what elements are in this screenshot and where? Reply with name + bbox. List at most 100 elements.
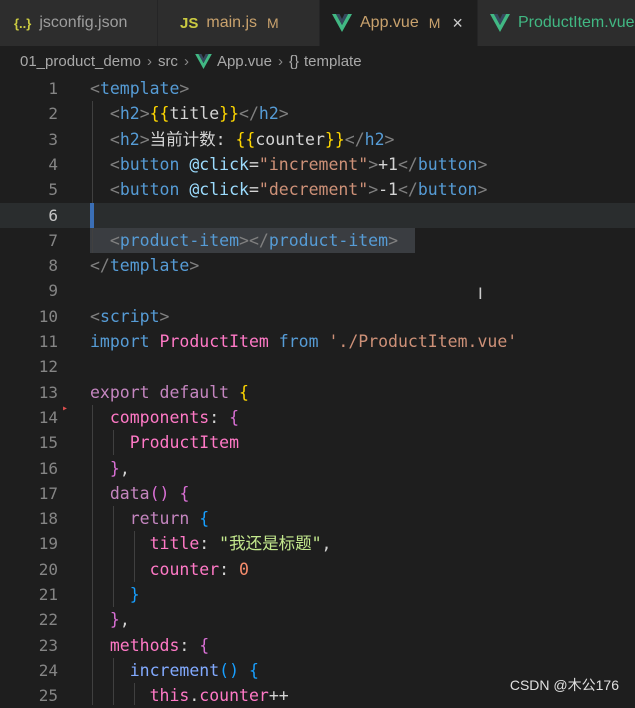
code-line: 10 <script> bbox=[0, 304, 635, 329]
chevron-right-icon: › bbox=[146, 52, 152, 70]
code-keyword: export bbox=[90, 382, 150, 402]
line-number: 7 bbox=[48, 230, 58, 250]
code-line: 3 <h2>当前计数: {{counter}}</h2> bbox=[0, 127, 635, 152]
line-number: 2 bbox=[48, 104, 58, 124]
line-number: 3 bbox=[48, 129, 58, 149]
line-number: 24 bbox=[38, 660, 58, 680]
code-keyword: this bbox=[149, 686, 190, 706]
code-line: 15 ProductItem bbox=[0, 430, 635, 455]
line-number: 22 bbox=[38, 610, 58, 630]
code-attr: @click bbox=[189, 180, 249, 200]
tab-productitem-vue[interactable]: ProductItem.vue bbox=[478, 0, 635, 46]
modified-badge: M bbox=[428, 15, 441, 31]
line-number: 25 bbox=[38, 686, 58, 706]
code-attr: @click bbox=[189, 154, 249, 174]
tab-label: ProductItem.vue bbox=[518, 14, 635, 31]
line-number: 14 bbox=[38, 407, 58, 427]
line-number: 16 bbox=[38, 458, 58, 478]
code-string: "我还是标题" bbox=[219, 534, 322, 554]
code-line: 16 }, bbox=[0, 456, 635, 481]
line-number: 6 bbox=[48, 205, 58, 225]
code-text: counter bbox=[255, 129, 325, 149]
code-string: './ProductItem.vue' bbox=[328, 332, 518, 351]
js-icon: JS bbox=[180, 14, 199, 32]
line-number: 9 bbox=[48, 281, 58, 301]
code-keyword: return bbox=[129, 509, 190, 529]
tab-jsconfig[interactable]: {..} jsconfig.json bbox=[0, 0, 158, 46]
line-number: 18 bbox=[38, 509, 58, 529]
tab-label: App.vue bbox=[360, 14, 419, 31]
code-operator: ++ bbox=[268, 686, 289, 706]
line-number: 1 bbox=[48, 79, 58, 98]
code-line: 1 <template> bbox=[0, 76, 635, 101]
line-number: 4 bbox=[48, 154, 58, 174]
code-line: 14 components: { bbox=[0, 405, 635, 430]
line-number: 12 bbox=[38, 357, 58, 377]
code-line: 8 </template> bbox=[0, 253, 635, 278]
text-cursor-icon: I bbox=[478, 284, 483, 303]
watermark: CSDN @木公176 bbox=[509, 677, 619, 693]
code-identifier: ProductItem bbox=[129, 433, 240, 453]
code-property: methods bbox=[109, 635, 180, 655]
code-line: 2 <h2>{{title}}</h2> bbox=[0, 101, 635, 126]
breadcrumb: 01_product_demo › src › App.vue › {} tem… bbox=[0, 46, 635, 76]
tab-label: jsconfig.json bbox=[39, 14, 128, 31]
code-string: "decrement" bbox=[258, 180, 369, 200]
close-icon[interactable]: × bbox=[452, 13, 463, 34]
code-tag: product-item bbox=[119, 230, 240, 250]
code-line: 17 data() { bbox=[0, 481, 635, 506]
code-text: +1 bbox=[378, 154, 398, 174]
code-property: counter bbox=[149, 559, 220, 579]
modified-badge: M bbox=[267, 15, 279, 31]
chevron-right-icon: › bbox=[183, 52, 189, 70]
code-property: counter bbox=[199, 686, 269, 706]
code-line: 23 methods: { bbox=[0, 633, 635, 658]
chevron-right-icon: › bbox=[277, 52, 283, 70]
code-keyword: import bbox=[90, 332, 150, 351]
vue-icon bbox=[195, 53, 212, 69]
line-number: 17 bbox=[38, 483, 58, 503]
tab-main-js[interactable]: JS main.js M bbox=[158, 0, 320, 46]
code-editor[interactable]: 1 <template> 2 <h2>{{title}}</h2> 3 <h2>… bbox=[0, 76, 635, 705]
code-line: 9 bbox=[0, 278, 635, 303]
code-string: "increment" bbox=[258, 154, 369, 174]
vue-icon bbox=[490, 14, 510, 32]
code-keyword: from bbox=[278, 332, 319, 351]
line-number: 13 bbox=[38, 382, 58, 402]
line-number: 21 bbox=[38, 585, 58, 604]
code-text: -1 bbox=[378, 180, 398, 200]
code-line: 5 <button @click="decrement">-1</button> bbox=[0, 177, 635, 202]
code-line: 12 bbox=[0, 354, 635, 379]
code-line-current: 6 bbox=[0, 202, 635, 228]
breakpoint-indicator[interactable]: ▸ bbox=[62, 403, 68, 414]
line-number: 8 bbox=[48, 256, 58, 276]
line-number: 23 bbox=[38, 635, 58, 655]
line-number: 5 bbox=[48, 180, 58, 200]
line-number: 20 bbox=[38, 559, 58, 579]
breadcrumb-file[interactable]: App.vue bbox=[217, 53, 272, 70]
text-cursor bbox=[90, 202, 94, 228]
json-icon: {..} bbox=[14, 15, 32, 31]
code-line: 20 counter: 0 bbox=[0, 557, 635, 582]
line-number: 11 bbox=[38, 332, 58, 351]
editor-tab-bar: {..} jsconfig.json JS main.js M App.vue … bbox=[0, 0, 635, 46]
code-function: data bbox=[109, 483, 150, 503]
tab-app-vue[interactable]: App.vue M × bbox=[320, 0, 478, 46]
code-line: 13 export default { bbox=[0, 380, 635, 405]
code-line: 18 return { bbox=[0, 506, 635, 531]
code-property: components bbox=[109, 407, 210, 427]
vue-icon bbox=[332, 14, 352, 32]
code-line: 22 }, bbox=[0, 607, 635, 632]
code-line: 19 title: "我还是标题", bbox=[0, 531, 635, 556]
code-line: 7 <product-item></product-item> bbox=[0, 228, 635, 253]
code-property: title bbox=[149, 534, 200, 554]
breadcrumb-folder[interactable]: 01_product_demo bbox=[20, 53, 141, 70]
code-line: 4 <button @click="increment">+1</button> bbox=[0, 152, 635, 177]
code-identifier: ProductItem bbox=[159, 332, 269, 351]
line-number: 15 bbox=[38, 433, 58, 453]
breadcrumb-symbol[interactable]: template bbox=[304, 53, 362, 70]
code-function: increment bbox=[129, 660, 220, 680]
line-number: 19 bbox=[38, 534, 58, 554]
breadcrumb-src[interactable]: src bbox=[158, 53, 178, 70]
tab-label: main.js bbox=[206, 14, 258, 31]
